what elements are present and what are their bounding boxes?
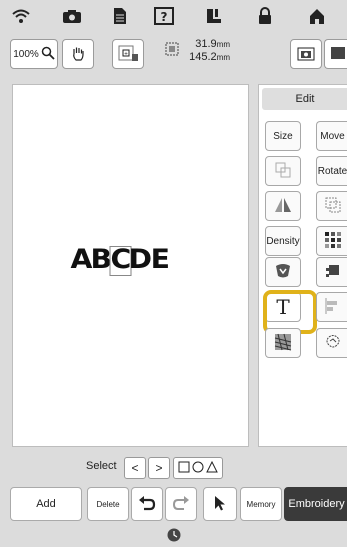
edit-panel: Edit Size Move Rotate Density T: [258, 84, 347, 447]
size-height-unit: mm: [216, 53, 230, 62]
clock-icon[interactable]: [167, 528, 181, 547]
undo-icon: [138, 495, 156, 514]
status-bar: ?: [0, 0, 347, 32]
group-button[interactable]: [265, 156, 301, 186]
pattern-letter: B: [90, 244, 112, 275]
pointer-icon: [213, 495, 227, 514]
pattern-letter: A: [70, 244, 93, 275]
svg-text:+: +: [124, 51, 128, 57]
applique-icon: [274, 263, 292, 282]
size-width-unit: mm: [216, 40, 230, 49]
wifi-icon[interactable]: [10, 6, 32, 26]
bottom-toolbar: Add Delete Memory Embroidery: [0, 485, 347, 525]
color-grid-icon: [324, 231, 342, 252]
size-indicator-icon: [165, 42, 179, 56]
align-icon: [324, 297, 342, 318]
home-icon[interactable]: [306, 6, 328, 26]
multi-select-button[interactable]: [173, 457, 223, 479]
text-edit-button[interactable]: T: [263, 290, 317, 334]
footer: [0, 527, 347, 547]
pattern-letter: E: [150, 244, 169, 275]
applique-button[interactable]: [265, 257, 301, 287]
move-button[interactable]: Move: [316, 121, 347, 151]
camera-scan-button[interactable]: [290, 39, 322, 69]
tool-row: 100% + 31.9mm 145.2mm: [0, 33, 347, 75]
pattern-position-button[interactable]: +: [112, 39, 144, 69]
select-next-button[interactable]: >: [148, 457, 170, 479]
background-image-button[interactable]: [324, 39, 347, 69]
select-label: Select: [86, 460, 117, 472]
zoom-button[interactable]: 100%: [10, 39, 58, 69]
camera-icon[interactable]: [61, 6, 83, 26]
flip-button[interactable]: [265, 191, 301, 221]
group-icon: [274, 161, 292, 182]
help-icon[interactable]: ?: [153, 6, 175, 26]
hand-tool-button[interactable]: [62, 39, 94, 69]
undo-button[interactable]: [131, 487, 163, 521]
stippling-icon: [324, 333, 342, 354]
size-button[interactable]: Size: [265, 121, 301, 151]
camera-scan-icon: [297, 45, 315, 64]
fill-stitch-button[interactable]: [265, 328, 301, 358]
flip-icon: [273, 197, 293, 216]
redo-button[interactable]: [165, 487, 197, 521]
duplicate-icon: [324, 196, 342, 217]
document-icon[interactable]: [109, 6, 131, 26]
size-height-value: 145.2: [189, 51, 217, 63]
redo-icon: [172, 495, 190, 514]
border-button[interactable]: [316, 257, 347, 287]
select-pointer-button[interactable]: [203, 487, 237, 521]
pattern-letter-selected: C: [108, 244, 132, 276]
hand-icon: [70, 45, 86, 64]
rotate-button[interactable]: Rotate: [316, 156, 347, 186]
image-icon: [329, 45, 345, 64]
pattern-size-readout: 31.9mm 145.2mm: [184, 38, 230, 64]
frame-position-icon: +: [118, 44, 138, 65]
align-button[interactable]: [316, 292, 347, 322]
select-prev-button[interactable]: <: [124, 457, 146, 479]
lock-icon[interactable]: [254, 6, 276, 26]
duplicate-button[interactable]: [316, 191, 347, 221]
size-width-value: 31.9: [195, 38, 217, 50]
svg-text:?: ?: [161, 10, 168, 24]
select-row: Select < >: [0, 453, 347, 481]
pattern-letter: D: [128, 244, 153, 275]
edit-tab[interactable]: Edit: [262, 88, 347, 110]
text-pattern[interactable]: A B C D E: [70, 244, 170, 276]
density-button[interactable]: Density: [265, 226, 301, 256]
embroidery-button[interactable]: Embroidery: [284, 487, 347, 521]
delete-button[interactable]: Delete: [87, 487, 129, 521]
memory-button[interactable]: Memory: [240, 487, 282, 521]
embroidery-canvas[interactable]: A B C D E: [12, 84, 249, 447]
add-button[interactable]: Add: [10, 487, 82, 521]
presser-foot-icon[interactable]: [203, 6, 225, 26]
stippling-button[interactable]: [316, 328, 347, 358]
zoom-label: 100%: [13, 48, 39, 60]
border-icon: [324, 262, 342, 283]
stitch-pattern-icon: [274, 333, 292, 354]
color-button[interactable]: [316, 226, 347, 256]
shape-select-icon: [178, 460, 218, 476]
magnifier-icon: [41, 46, 55, 63]
